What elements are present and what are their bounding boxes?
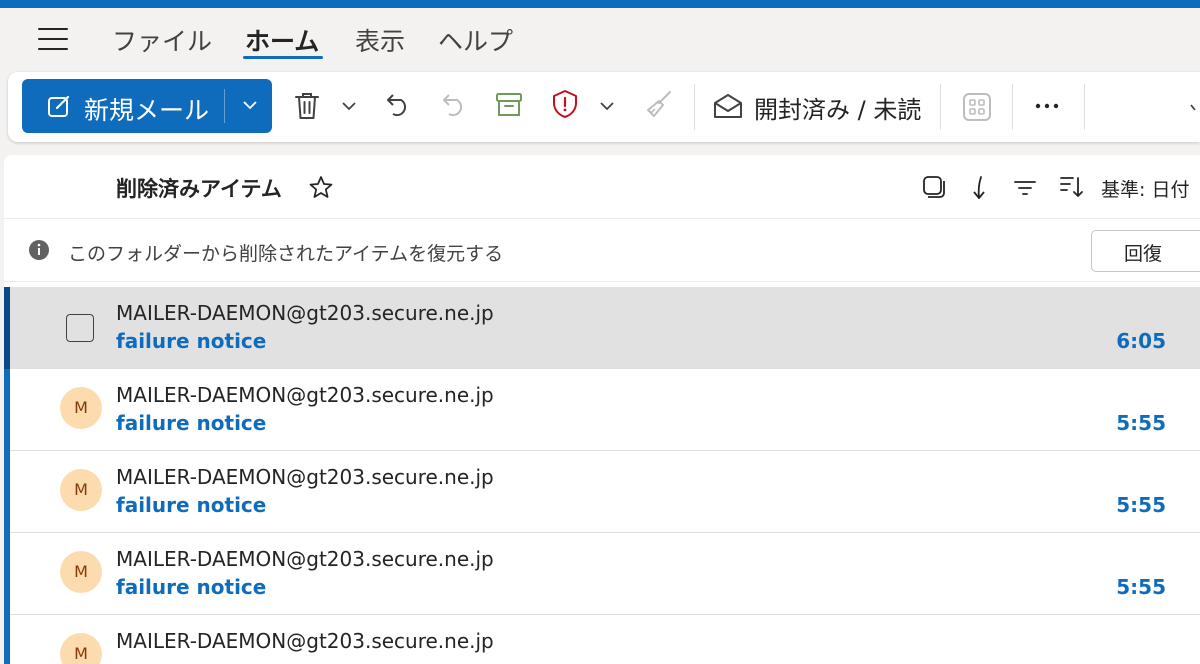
unread-indicator-bar bbox=[4, 533, 10, 615]
hamburger-menu-icon[interactable] bbox=[38, 28, 68, 50]
message-subject: failure notice bbox=[116, 575, 267, 599]
sort-by-label[interactable]: 基準: 日付 bbox=[1101, 175, 1189, 202]
select-mode-icon[interactable] bbox=[922, 175, 946, 199]
tab-help[interactable]: ヘルプ bbox=[438, 22, 513, 58]
apps-grid-icon bbox=[963, 93, 991, 121]
message-list-panel: 削除済みアイテム 基準: 日付 このフォルダーから削除されたアイテムを復元する bbox=[4, 155, 1200, 664]
new-mail-button[interactable]: 新規メール bbox=[22, 79, 272, 133]
message-time: 6:05 bbox=[1116, 329, 1166, 353]
folder-header: 削除済みアイテム 基準: 日付 bbox=[4, 155, 1200, 219]
message-time: 5:55 bbox=[1116, 411, 1166, 435]
message-row[interactable]: M MAILER-DAEMON@gt203.secure.ne.jp failu… bbox=[4, 369, 1200, 451]
toolbar-divider bbox=[940, 84, 941, 130]
split-divider bbox=[224, 89, 225, 123]
message-row[interactable]: M MAILER-DAEMON@gt203.secure.ne.jp bbox=[4, 615, 1200, 664]
report-dropdown-chevron-icon[interactable] bbox=[599, 100, 615, 112]
more-options-icon[interactable] bbox=[1034, 102, 1060, 110]
filter-icon[interactable] bbox=[1014, 180, 1036, 196]
sort-options-icon[interactable] bbox=[1060, 175, 1084, 199]
restore-info-text: このフォルダーから削除されたアイテムを復元する bbox=[68, 243, 504, 265]
unread-indicator-bar bbox=[4, 287, 10, 369]
sender-avatar: M bbox=[60, 387, 102, 429]
restore-button-label: 回復 bbox=[1124, 243, 1163, 265]
message-row[interactable]: M MAILER-DAEMON@gt203.secure.ne.jp failu… bbox=[4, 533, 1200, 615]
ribbon-toolbar: 新規メール 開封済み / 未読 bbox=[8, 72, 1200, 142]
unread-indicator-bar bbox=[4, 451, 10, 533]
message-sender: MAILER-DAEMON@gt203.secure.ne.jp bbox=[116, 547, 494, 571]
undo-disabled-icon bbox=[443, 94, 463, 117]
message-subject: failure notice bbox=[116, 329, 267, 353]
archive-icon[interactable] bbox=[494, 90, 524, 120]
envelope-open-icon[interactable] bbox=[712, 92, 744, 120]
unread-indicator-bar bbox=[4, 615, 10, 664]
message-sender: MAILER-DAEMON@gt203.secure.ne.jp bbox=[116, 383, 494, 407]
menu-bar: ファイル ホーム 表示 ヘルプ bbox=[0, 8, 1200, 68]
sender-avatar: M bbox=[60, 633, 102, 664]
top-accent-strip bbox=[0, 0, 1200, 8]
toolbar-divider bbox=[1012, 84, 1013, 130]
new-mail-dropdown-chevron-icon[interactable] bbox=[242, 99, 258, 111]
delete-dropdown-chevron-icon[interactable] bbox=[341, 100, 357, 112]
message-sender: MAILER-DAEMON@gt203.secure.ne.jp bbox=[116, 465, 494, 489]
message-select-checkbox[interactable] bbox=[66, 314, 94, 342]
delete-trash-icon[interactable] bbox=[292, 90, 322, 122]
active-tab-indicator bbox=[243, 56, 323, 59]
sweep-broom-icon bbox=[647, 91, 671, 117]
message-time: 5:55 bbox=[1116, 493, 1166, 517]
tab-file[interactable]: ファイル bbox=[112, 22, 212, 58]
favorite-star-icon[interactable] bbox=[308, 174, 334, 200]
folder-title: 削除済みアイテム bbox=[116, 177, 282, 201]
compose-icon bbox=[48, 95, 70, 117]
ribbon-expand-chevron-icon[interactable] bbox=[1190, 102, 1200, 114]
undo-icon[interactable] bbox=[384, 90, 414, 120]
new-mail-label: 新規メール bbox=[84, 96, 210, 125]
message-subject: failure notice bbox=[116, 411, 267, 435]
toolbar-divider bbox=[694, 84, 695, 130]
tab-view[interactable]: 表示 bbox=[355, 22, 405, 58]
message-sender: MAILER-DAEMON@gt203.secure.ne.jp bbox=[116, 301, 494, 325]
message-row[interactable]: MAILER-DAEMON@gt203.secure.ne.jp failure… bbox=[4, 287, 1200, 369]
toolbar-divider bbox=[1084, 84, 1085, 130]
report-shield-icon[interactable] bbox=[550, 88, 580, 120]
restore-info-bar: このフォルダーから削除されたアイテムを復元する 回復 bbox=[4, 220, 1200, 282]
info-icon bbox=[29, 240, 49, 260]
message-sender: MAILER-DAEMON@gt203.secure.ne.jp bbox=[116, 629, 494, 653]
sender-avatar: M bbox=[60, 551, 102, 593]
message-row[interactable]: M MAILER-DAEMON@gt203.secure.ne.jp failu… bbox=[4, 451, 1200, 533]
message-subject: failure notice bbox=[116, 493, 267, 517]
mark-read-unread-button[interactable]: 開封済み / 未読 bbox=[754, 90, 921, 125]
tab-home[interactable]: ホーム bbox=[245, 22, 319, 58]
sender-avatar: M bbox=[60, 469, 102, 511]
restore-button[interactable]: 回復 bbox=[1091, 230, 1200, 272]
sort-direction-arrow-icon[interactable] bbox=[970, 175, 988, 201]
message-time: 5:55 bbox=[1116, 575, 1166, 599]
unread-indicator-bar bbox=[4, 369, 10, 451]
